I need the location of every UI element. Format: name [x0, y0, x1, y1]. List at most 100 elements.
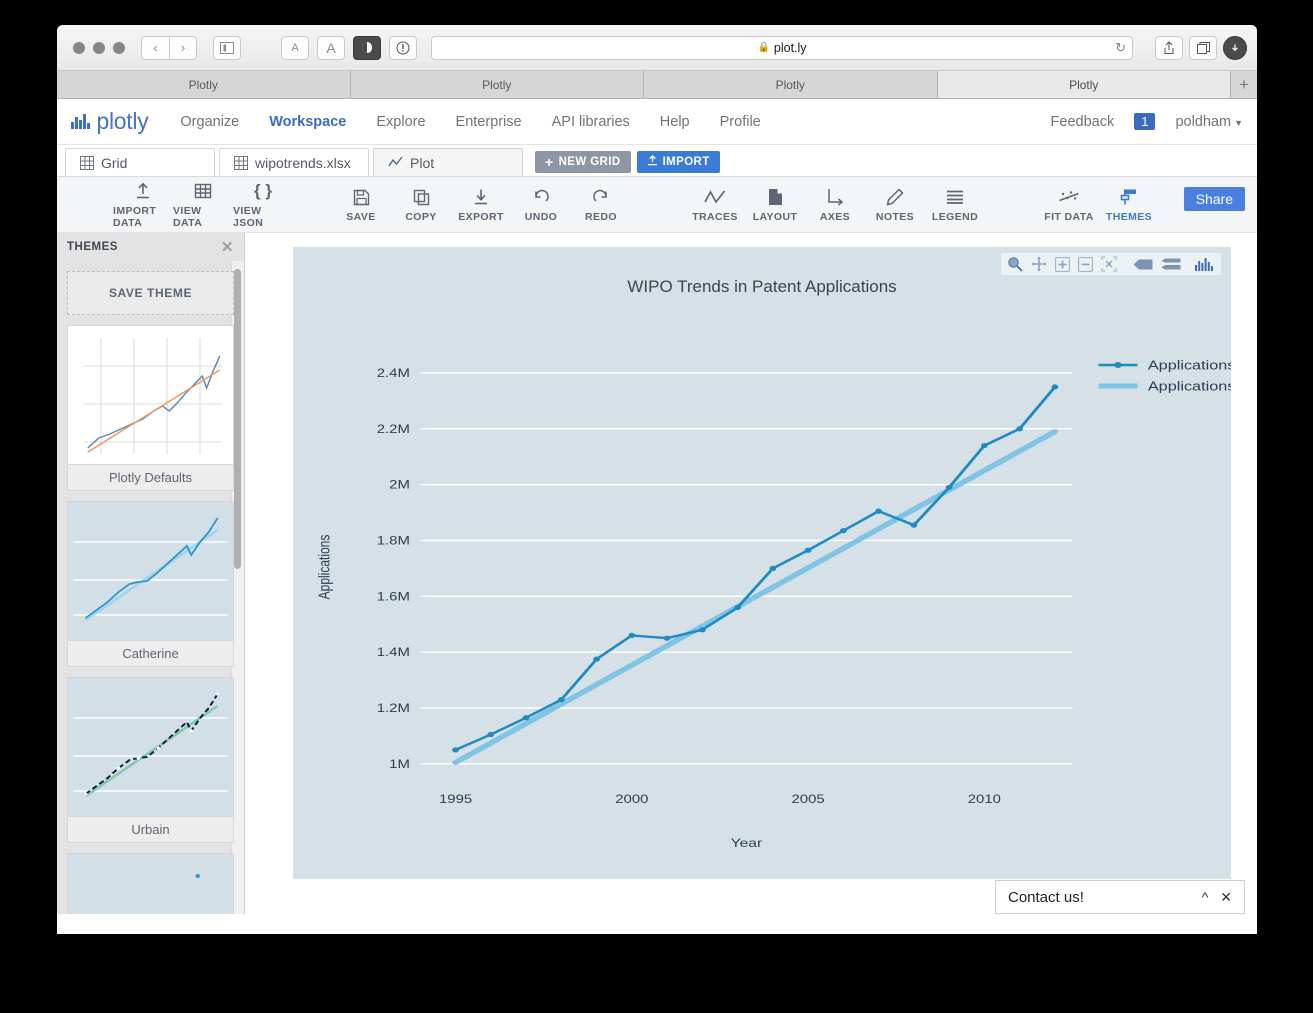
toolbar-group-data: IMPORT DATA VIEW DATA { } VIEW JSON	[113, 180, 293, 229]
user-name: poldham	[1175, 113, 1232, 130]
y-axis-title: Applications	[315, 535, 333, 600]
nav-item-help[interactable]: Help	[660, 114, 690, 130]
page-icon	[768, 186, 783, 208]
file-tab-plot[interactable]: Plot	[373, 148, 523, 176]
notification-badge[interactable]: 1	[1134, 113, 1156, 130]
user-menu[interactable]: poldham ▼	[1175, 113, 1243, 131]
nav-right: Feedback 1 poldham ▼	[1051, 113, 1243, 131]
feedback-link[interactable]: Feedback	[1051, 114, 1115, 130]
toolbar-fit-data[interactable]: FIT DATA	[1039, 186, 1099, 223]
back-chevron-icon[interactable]: ‹	[141, 35, 169, 60]
toolbar-label: AXES	[819, 211, 851, 223]
browser-tab[interactable]: Plotly	[644, 71, 938, 98]
toolbar-themes[interactable]: THEMES	[1099, 186, 1159, 223]
toolbar-legend[interactable]: LEGEND	[925, 186, 985, 223]
toolbar-copy[interactable]: COPY	[391, 186, 451, 223]
share-button[interactable]: Share	[1183, 187, 1245, 211]
theme-card-plotly-defaults[interactable]: Plotly Defaults	[67, 325, 234, 491]
url-text: plot.ly	[773, 40, 807, 55]
sidebar-toggle-icon[interactable]	[213, 35, 241, 60]
browser-tab[interactable]: Plotly	[57, 71, 351, 98]
y-tick-label: 2.2M	[377, 422, 410, 435]
show-all-tabs-icon[interactable]	[1189, 35, 1217, 60]
navigation-buttons: ‹ ›	[141, 35, 197, 60]
toolbar-label: TRACES	[692, 211, 738, 223]
contact-widget[interactable]: Contact us! ^ ✕	[995, 880, 1245, 914]
toolbar-import-data[interactable]: IMPORT DATA	[113, 180, 173, 229]
toolbar-label: COPY	[405, 211, 437, 223]
address-bar[interactable]: 🔒 plot.ly ↻	[431, 35, 1133, 60]
browser-window: ‹ › A A 🔒 plot.ly ↻ Plotly Plotly Plotly…	[57, 25, 1257, 934]
file-tab-wipotrends[interactable]: wipotrends.xlsx	[219, 148, 369, 176]
browser-tab-active[interactable]: Plotly	[937, 71, 1231, 98]
new-tab-button[interactable]: +	[1231, 71, 1257, 98]
nav-item-api-libraries[interactable]: API libraries	[552, 114, 630, 130]
toolbar-label: IMPORT DATA	[113, 205, 157, 229]
downloads-icon[interactable]	[1223, 35, 1247, 60]
minimize-window-button[interactable]	[93, 41, 105, 54]
plus-icon: +	[545, 154, 554, 170]
privacy-report-icon[interactable]	[389, 35, 417, 60]
file-tab-label: Grid	[101, 154, 128, 171]
toolbar-label: VIEW DATA	[173, 205, 203, 229]
toolbar-label: SAVE	[346, 211, 376, 223]
share-icon[interactable]	[1155, 35, 1183, 60]
plotly-chart[interactable]: WIPO Trends in Patent Applications 1M 1.2…	[293, 247, 1231, 879]
new-grid-button[interactable]: + NEW GRID	[535, 151, 631, 173]
toolbar-label: LEGEND	[931, 211, 979, 223]
upload-icon	[134, 180, 152, 202]
fit-data-icon	[1058, 186, 1080, 208]
save-theme-button[interactable]: SAVE THEME	[67, 271, 234, 315]
import-button[interactable]: IMPORT	[636, 151, 720, 173]
close-window-button[interactable]	[73, 41, 85, 54]
theme-card-urbain[interactable]: Urbain	[67, 677, 234, 843]
toolbar-export[interactable]: EXPORT	[451, 186, 511, 223]
browser-tab[interactable]: Plotly	[350, 71, 644, 98]
contact-label: Contact us!	[1008, 888, 1084, 906]
nav-item-enterprise[interactable]: Enterprise	[456, 114, 522, 130]
toolbar-redo[interactable]: REDO	[571, 186, 631, 223]
toolbar-axes[interactable]: AXES	[805, 186, 865, 223]
lines-icon	[946, 186, 964, 208]
y-tick-label: 1.4M	[377, 646, 410, 659]
browser-titlebar: ‹ › A A 🔒 plot.ly ↻	[57, 25, 1257, 71]
pencil-icon	[886, 186, 904, 208]
theme-name: Catherine	[68, 640, 233, 666]
legend-label: Applications - fit	[1148, 380, 1231, 394]
theme-card-next[interactable]	[67, 853, 234, 914]
text-size-large-icon[interactable]: A	[317, 35, 345, 60]
toolbar-traces[interactable]: TRACES	[685, 186, 745, 223]
x-axis-title: Year	[731, 836, 763, 850]
theme-thumbnail	[68, 678, 233, 816]
nav-item-organize[interactable]: Organize	[180, 114, 239, 130]
toolbar-notes[interactable]: NOTES	[865, 186, 925, 223]
toolbar-save[interactable]: SAVE	[331, 186, 391, 223]
close-icon[interactable]: ✕	[221, 238, 234, 256]
nav-item-profile[interactable]: Profile	[720, 114, 761, 130]
toolbar-undo[interactable]: UNDO	[511, 186, 571, 223]
text-size-small-icon[interactable]: A	[281, 35, 309, 60]
plotly-logo[interactable]: plotly	[71, 108, 149, 135]
grid-icon	[80, 155, 94, 170]
y-tick-label: 2.4M	[377, 367, 410, 380]
theme-card-catherine[interactable]: Catherine	[67, 501, 234, 667]
nav-item-explore[interactable]: Explore	[376, 114, 425, 130]
file-tab-grid[interactable]: Grid	[65, 148, 215, 176]
chevron-up-icon[interactable]: ^	[1202, 889, 1209, 906]
import-label: IMPORT	[662, 156, 710, 168]
maximize-window-button[interactable]	[113, 41, 125, 54]
reader-view-icon[interactable]	[353, 35, 381, 60]
undo-arrow-icon	[532, 186, 550, 208]
nav-item-workspace[interactable]: Workspace	[269, 114, 346, 130]
reload-icon[interactable]: ↻	[1115, 40, 1126, 56]
theme-thumbnail	[68, 854, 233, 914]
browser-action-buttons	[1147, 35, 1247, 60]
toolbar-view-json[interactable]: { } VIEW JSON	[233, 180, 293, 229]
themes-sidebar: THEMES ✕ SAVE THEME Plotly Defaults Cath…	[57, 233, 245, 914]
close-icon[interactable]: ✕	[1220, 889, 1232, 906]
toolbar-label: THEMES	[1105, 211, 1153, 223]
toolbar-view-data[interactable]: VIEW DATA	[173, 180, 233, 229]
forward-chevron-icon[interactable]: ›	[169, 35, 197, 60]
toolbar-group-style: TRACES LAYOUT AXES NOTES LEGEND	[685, 186, 985, 223]
toolbar-layout[interactable]: LAYOUT	[745, 186, 805, 223]
